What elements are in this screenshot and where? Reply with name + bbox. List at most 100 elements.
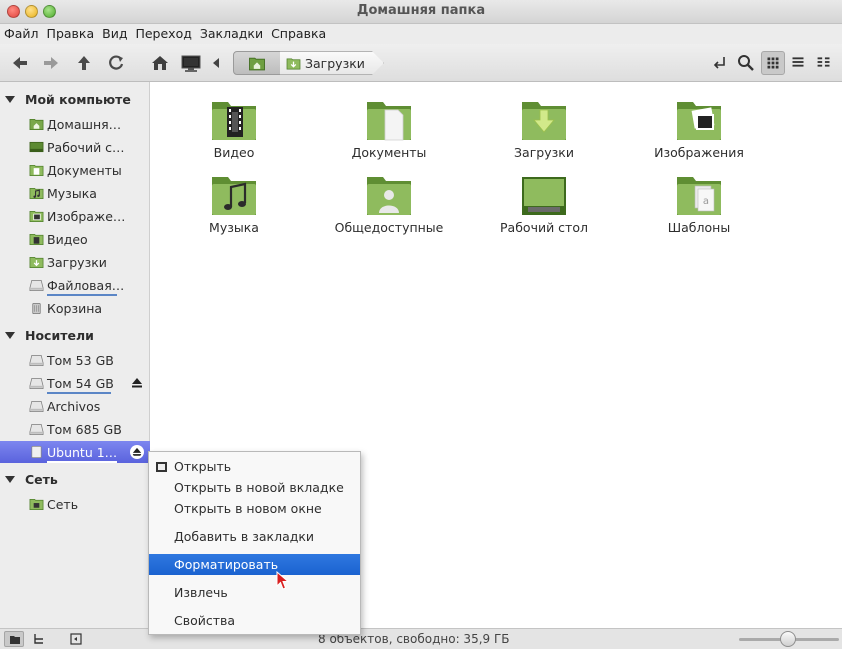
sidebar-item-label: Изображе… [47, 209, 126, 224]
folder-label: Видео [213, 145, 255, 160]
context-menu: Открыть Открыть в новой вкладке Открыть … [148, 451, 361, 635]
sidebar-section-network[interactable]: Сеть [0, 468, 150, 490]
sidebar-item-volume-53[interactable]: Том 53 GB [0, 349, 150, 371]
folder-templates[interactable]: a Шаблоны [639, 173, 759, 245]
drive-icon [29, 377, 44, 389]
folder-label: Музыка [209, 220, 259, 235]
sidebar-item-label: Ubuntu 1… [47, 445, 118, 460]
section-title: Носители [25, 328, 94, 343]
menu-item-properties[interactable]: Свойства [149, 610, 360, 631]
sidebar-item-downloads[interactable]: Загрузки [0, 251, 150, 273]
section-title: Мой компьюте [25, 92, 131, 107]
drive-icon [29, 354, 44, 366]
location-toggle-button[interactable] [710, 53, 730, 75]
menu-bookmarks[interactable]: Закладки [196, 24, 267, 44]
sidebar-item-pictures[interactable]: Изображе… [0, 205, 150, 227]
window-title: Домашняя папка [356, 3, 486, 18]
folder-label: Рабочий стол [500, 220, 588, 235]
sidebar-item-volume-685[interactable]: Том 685 GB [0, 418, 150, 440]
reload-icon [109, 55, 124, 70]
pictures-folder-icon [29, 210, 44, 222]
menu-item-label: Форматировать [174, 557, 279, 572]
folder-videos[interactable]: Видео [174, 98, 294, 170]
tree-icon [34, 634, 43, 644]
back-arrow-icon [13, 57, 27, 69]
sidebar-item-label: Музыка [47, 186, 97, 201]
title-bar: Домашняя папка [0, 0, 842, 24]
trash-icon [32, 302, 41, 314]
menu-item-open-new-window[interactable]: Открыть в новом окне [149, 498, 360, 519]
sidebar-section-computer[interactable]: Мой компьюте [0, 88, 150, 110]
sidebar-item-label: Рабочий с… [47, 140, 125, 155]
sidebar-item-label: Том 53 GB [47, 353, 114, 368]
sidebar-section-devices[interactable]: Носители [0, 324, 150, 346]
downloads-folder-icon [286, 57, 301, 70]
sidebar-item-archivos[interactable]: Archivos [0, 395, 150, 417]
section-title: Сеть [25, 472, 58, 487]
network-icon [29, 498, 44, 510]
folder-desktop[interactable]: Рабочий стол [484, 173, 604, 245]
reload-button[interactable] [105, 52, 127, 74]
folder-pictures[interactable]: Изображения [639, 98, 759, 170]
drive-icon [29, 423, 44, 435]
list-view-button[interactable] [787, 51, 811, 75]
up-button[interactable] [73, 52, 95, 74]
downloads-folder-icon [29, 256, 44, 268]
menu-edit[interactable]: Правка [43, 24, 99, 44]
sidebar-item-filesystem[interactable]: Файловая… [0, 274, 150, 296]
up-arrow-icon [78, 56, 90, 70]
menu-item-eject[interactable]: Извлечь [149, 582, 360, 603]
sidebar-item-home[interactable]: Домашня… [0, 113, 150, 135]
breadcrumb-downloads[interactable]: Загрузки [280, 51, 384, 75]
toggle-pathbar-button[interactable] [210, 52, 222, 74]
sidebar-item-trash[interactable]: Корзина [0, 297, 150, 319]
template-icon: a [677, 177, 721, 215]
usb-drive-icon [31, 446, 42, 458]
folder-documents[interactable]: Документы [329, 98, 449, 170]
menu-item-open-new-tab[interactable]: Открыть в новой вкладке [149, 477, 360, 498]
computer-icon [181, 55, 201, 72]
drive-icon [29, 279, 44, 291]
show-tree-button[interactable] [29, 631, 49, 647]
computer-button[interactable] [180, 52, 202, 74]
sidebar-item-label: Том 685 GB [47, 422, 122, 437]
folder-public[interactable]: Общедоступные [329, 173, 449, 245]
zoom-slider-handle[interactable] [780, 631, 796, 647]
forward-button[interactable] [40, 52, 62, 74]
toggle-pathbar-icon [213, 58, 219, 68]
menu-item-label: Открыть [174, 459, 232, 474]
status-bar: 8 объектов, свободно: 35,9 ГБ [0, 628, 842, 649]
search-icon [738, 55, 754, 71]
menu-item-open[interactable]: Открыть [149, 456, 360, 477]
breadcrumb-home[interactable] [233, 51, 281, 75]
menu-go[interactable]: Переход [131, 24, 195, 44]
eject-icon[interactable] [130, 445, 144, 459]
menu-item-format[interactable]: Форматировать [149, 554, 360, 575]
list-view-icon [792, 57, 804, 67]
sidebar-item-documents[interactable]: Документы [0, 159, 150, 181]
music-note-icon [212, 177, 256, 215]
menu-file[interactable]: Файл [0, 24, 43, 44]
menu-bar: Файл Правка Вид Переход Закладки Справка [0, 24, 842, 44]
icon-view-button[interactable] [761, 51, 785, 75]
home-button[interactable] [149, 52, 171, 74]
sidebar-item-videos[interactable]: Видео [0, 228, 150, 250]
show-places-button[interactable] [4, 631, 24, 647]
menu-view[interactable]: Вид [98, 24, 131, 44]
toggle-sidebar-button[interactable] [66, 631, 86, 647]
folder-downloads[interactable]: Загрузки [484, 98, 604, 170]
sidebar-item-volume-54[interactable]: Том 54 GB [0, 372, 150, 394]
sidebar-item-network[interactable]: Сеть [0, 493, 150, 515]
folder-music[interactable]: Музыка [174, 173, 294, 245]
sidebar-item-music[interactable]: Музыка [0, 182, 150, 204]
menu-help[interactable]: Справка [267, 24, 330, 44]
documents-folder-icon [29, 164, 44, 176]
eject-icon[interactable] [131, 377, 143, 389]
sidebar-item-ubuntu[interactable]: Ubuntu 1… [0, 441, 150, 463]
search-button[interactable] [736, 53, 756, 75]
compact-view-button[interactable] [813, 51, 837, 75]
sidebar-item-desktop[interactable]: Рабочий с… [0, 136, 150, 158]
sidebar: Мой компьюте Домашня… Рабочий с… Докумен… [0, 82, 150, 628]
back-button[interactable] [9, 52, 31, 74]
menu-item-add-bookmark[interactable]: Добавить в закладки [149, 526, 360, 547]
